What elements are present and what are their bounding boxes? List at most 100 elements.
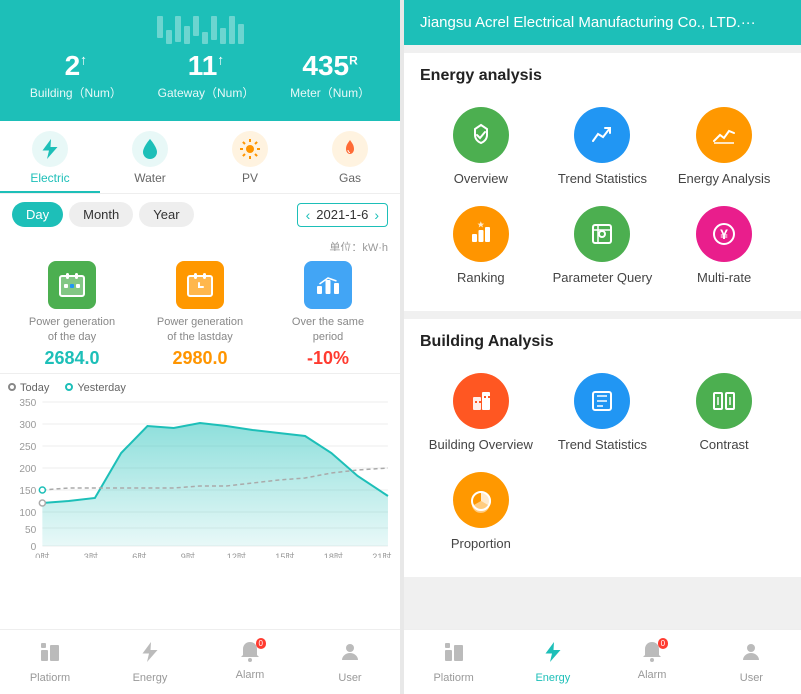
year-button[interactable]: Year — [139, 202, 193, 227]
right-energy-icon — [541, 640, 565, 670]
lastday-label: Power generationof the lastday — [136, 315, 264, 346]
period-selector: Day Month Year ‹ 2021-1-6 › — [0, 194, 400, 235]
period-comparison-card: Over the sameperiod -10% — [264, 261, 392, 369]
energy-analysis-icon — [696, 107, 752, 163]
current-date: 2021-1-6 — [316, 207, 368, 222]
month-button[interactable]: Month — [69, 202, 133, 227]
svg-text:250: 250 — [19, 442, 36, 453]
footer-alarm[interactable]: 0 Alarm — [200, 636, 300, 688]
right-footer-alarm[interactable]: 0 Alarm — [603, 636, 702, 688]
trend-stats-item[interactable]: Trend Statistics — [542, 99, 664, 198]
overview-icon — [453, 107, 509, 163]
meter-stat: 435R Meter（Num） — [290, 50, 370, 101]
period-label: Over the sameperiod — [264, 315, 392, 346]
lastday-value: 2980.0 — [136, 348, 264, 369]
user-icon — [338, 640, 362, 670]
alarm-icon-wrapper: 0 — [238, 640, 262, 669]
meter-label: Meter（Num） — [290, 84, 370, 101]
multi-rate-item[interactable]: ¥ Multi-rate — [663, 198, 785, 297]
footer-platform[interactable]: Platiorm — [0, 636, 100, 688]
energy-analysis-item[interactable]: Energy Analysis — [663, 99, 785, 198]
prev-date-arrow[interactable]: ‹ — [306, 207, 311, 223]
left-header: 2↑ Building（Num） 11↑ Gateway（Num） 435R M… — [0, 0, 400, 121]
tab-pv[interactable]: PV — [200, 121, 300, 193]
svg-text:300: 300 — [19, 420, 36, 431]
building-label: Building（Num） — [30, 84, 122, 101]
proportion-icon — [453, 472, 509, 528]
multi-rate-label: Multi-rate — [697, 270, 751, 285]
right-energy-label: Energy — [535, 672, 570, 684]
contrast-item[interactable]: Contrast — [663, 365, 785, 464]
overview-item[interactable]: Overview — [420, 99, 542, 198]
parameter-query-item[interactable]: Parameter Query — [542, 198, 664, 297]
building-overview-item[interactable]: Building Overview — [420, 365, 542, 464]
energy-analysis-icon-label: Energy Analysis — [678, 171, 771, 186]
trend-stats-icon — [574, 107, 630, 163]
right-alarm-label: Alarm — [638, 669, 667, 681]
pv-icon — [232, 131, 268, 167]
gateway-stat: 11↑ Gateway（Num） — [158, 50, 255, 101]
svg-text:3时: 3时 — [84, 551, 98, 558]
energy-cards: Power generationof the day 2684.0 Power … — [0, 251, 400, 374]
right-panel: Jiangsu Acrel Electrical Manufacturing C… — [404, 0, 801, 694]
footer-user[interactable]: User — [300, 636, 400, 688]
svg-text:15时: 15时 — [275, 551, 294, 558]
gas-icon — [332, 131, 368, 167]
svg-text:6时: 6时 — [132, 551, 146, 558]
tab-water[interactable]: Water — [100, 121, 200, 193]
svg-text:21时: 21时 — [372, 551, 391, 558]
building-analysis-section: Building Analysis Building Overview Tren… — [404, 319, 801, 577]
next-date-arrow[interactable]: › — [374, 207, 379, 223]
tab-gas[interactable]: Gas — [300, 121, 400, 193]
left-footer: Platiorm Energy 0 Alarm User — [0, 629, 400, 694]
building-analysis-grid: Building Overview Trend Statistics Contr… — [420, 365, 785, 563]
proportion-label: Proportion — [451, 536, 511, 551]
building-overview-icon — [453, 373, 509, 429]
energy-icon — [138, 640, 162, 670]
stats-row: 2↑ Building（Num） 11↑ Gateway（Num） 435R M… — [12, 50, 388, 101]
right-header: Jiangsu Acrel Electrical Manufacturing C… — [404, 0, 801, 45]
tab-electric[interactable]: Electric — [0, 121, 100, 193]
chart-legend: Today Yesterday — [8, 382, 392, 394]
water-tab-label: Water — [134, 171, 166, 185]
ranking-item[interactable]: Ranking — [420, 198, 542, 297]
today-legend: Today — [8, 382, 49, 394]
right-platform-icon — [442, 640, 466, 670]
right-footer-user[interactable]: User — [702, 636, 801, 688]
svg-text:¥: ¥ — [720, 226, 728, 242]
day-button[interactable]: Day — [12, 202, 63, 227]
today-icon — [48, 261, 96, 309]
today-value: 2684.0 — [8, 348, 136, 369]
electric-tab-label: Electric — [30, 171, 69, 185]
today-generation-card: Power generationof the day 2684.0 — [8, 261, 136, 369]
contrast-icon — [696, 373, 752, 429]
building-trend-item[interactable]: Trend Statistics — [542, 365, 664, 464]
energy-label: Energy — [133, 672, 168, 684]
right-footer: Platiorm Energy 0 Alarm User — [404, 629, 801, 694]
svg-text:100: 100 — [19, 508, 36, 519]
gateway-number: 11↑ — [158, 50, 255, 82]
svg-text:200: 200 — [19, 464, 36, 475]
company-title: Jiangsu Acrel Electrical Manufacturing C… — [420, 14, 756, 31]
proportion-item[interactable]: Proportion — [420, 464, 542, 563]
gateway-label: Gateway（Num） — [158, 84, 255, 101]
footer-energy[interactable]: Energy — [100, 636, 200, 688]
svg-text:350: 350 — [19, 398, 36, 409]
right-footer-energy[interactable]: Energy — [503, 636, 602, 688]
right-user-label: User — [740, 672, 763, 684]
parameter-query-label: Parameter Query — [553, 270, 653, 285]
right-content: Energy analysis Overview Trend Statistic… — [404, 45, 801, 629]
electric-icon — [32, 131, 68, 167]
energy-type-tabs: Electric Water PV Gas — [0, 121, 400, 194]
svg-text:0时: 0时 — [35, 551, 49, 558]
chart-svg: 350 300 250 200 150 100 50 0 — [8, 398, 392, 558]
overview-label: Overview — [454, 171, 508, 186]
lastday-generation-card: Power generationof the lastday 2980.0 — [136, 261, 264, 369]
right-footer-platform[interactable]: Platiorm — [404, 636, 503, 688]
ranking-icon — [453, 206, 509, 262]
alarm-label: Alarm — [236, 669, 265, 681]
right-alarm-wrapper: 0 — [640, 640, 664, 669]
right-alarm-badge: 0 — [658, 638, 668, 649]
water-icon — [132, 131, 168, 167]
platform-label: Platiorm — [30, 672, 70, 684]
